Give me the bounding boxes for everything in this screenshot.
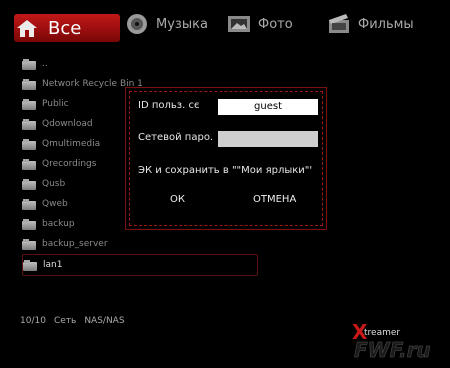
folder-icon bbox=[22, 118, 36, 130]
folder-icon bbox=[22, 158, 36, 170]
user-id-label: ID польз. сє bbox=[138, 100, 200, 111]
up-folder-icon bbox=[22, 58, 36, 70]
folder-icon bbox=[23, 259, 37, 271]
list-item-label: Qusb bbox=[42, 179, 66, 189]
photo-icon bbox=[226, 12, 252, 36]
current-path: NAS/NAS bbox=[84, 316, 125, 326]
list-item-label: backup bbox=[42, 219, 75, 229]
tab-photo-label: Фото bbox=[258, 16, 293, 32]
status-bar: 10/10 Сеть NAS/NAS bbox=[20, 316, 125, 326]
save-shortcut-option[interactable]: ЭК и сохранить в ""Мои ярлыки"' bbox=[138, 165, 312, 176]
home-icon bbox=[14, 16, 40, 40]
password-label: Сетевой паро. bbox=[138, 132, 214, 143]
tab-films[interactable]: Фильмы bbox=[326, 10, 414, 38]
film-icon bbox=[326, 12, 352, 36]
music-disc-icon bbox=[124, 12, 150, 36]
tab-photo[interactable]: Фото bbox=[226, 10, 293, 38]
login-dialog: ID польз. сє guest Сетевой паро. ЭК и со… bbox=[125, 87, 327, 230]
list-item-selected[interactable]: lan1 bbox=[22, 254, 258, 276]
cancel-button[interactable]: ОТМЕНА bbox=[253, 194, 296, 205]
folder-icon bbox=[22, 198, 36, 210]
section-label: Сеть bbox=[53, 316, 77, 326]
folder-icon bbox=[22, 138, 36, 150]
list-item-label: Public bbox=[42, 99, 69, 109]
watermark: FWF.ru bbox=[354, 338, 431, 363]
folder-icon bbox=[22, 238, 36, 250]
tab-films-label: Фильмы bbox=[358, 16, 414, 32]
list-item-label: Qmultimedia bbox=[42, 139, 101, 149]
folder-icon bbox=[22, 178, 36, 190]
logo-text: treamer bbox=[364, 328, 401, 338]
password-field[interactable] bbox=[218, 131, 318, 147]
item-counter: 10/10 bbox=[20, 316, 46, 326]
tab-music-label: Музыка bbox=[156, 16, 208, 32]
tab-all-label: Все bbox=[48, 17, 82, 39]
user-id-field[interactable]: guest bbox=[218, 99, 318, 115]
list-item-up[interactable]: .. bbox=[22, 54, 258, 74]
list-item-label: Qdownload bbox=[42, 119, 93, 129]
top-menu-bar: Все Музыка Фото Фильмы bbox=[0, 0, 450, 48]
tab-all[interactable]: Все bbox=[14, 14, 120, 42]
folder-icon bbox=[22, 78, 36, 90]
tab-music[interactable]: Музыка bbox=[124, 10, 208, 38]
list-item-label: Qweb bbox=[42, 199, 68, 209]
list-item[interactable]: backup_server bbox=[22, 234, 258, 254]
xtreamer-logo: X treamer FWF.ru bbox=[352, 320, 444, 364]
folder-icon bbox=[22, 98, 36, 110]
list-item-label: .. bbox=[42, 59, 48, 69]
list-item-label: backup_server bbox=[42, 239, 108, 249]
folder-icon bbox=[22, 218, 36, 230]
list-item-label: lan1 bbox=[43, 260, 63, 270]
ok-button[interactable]: ОК bbox=[170, 194, 185, 205]
list-item-label: Qrecordings bbox=[42, 159, 97, 169]
